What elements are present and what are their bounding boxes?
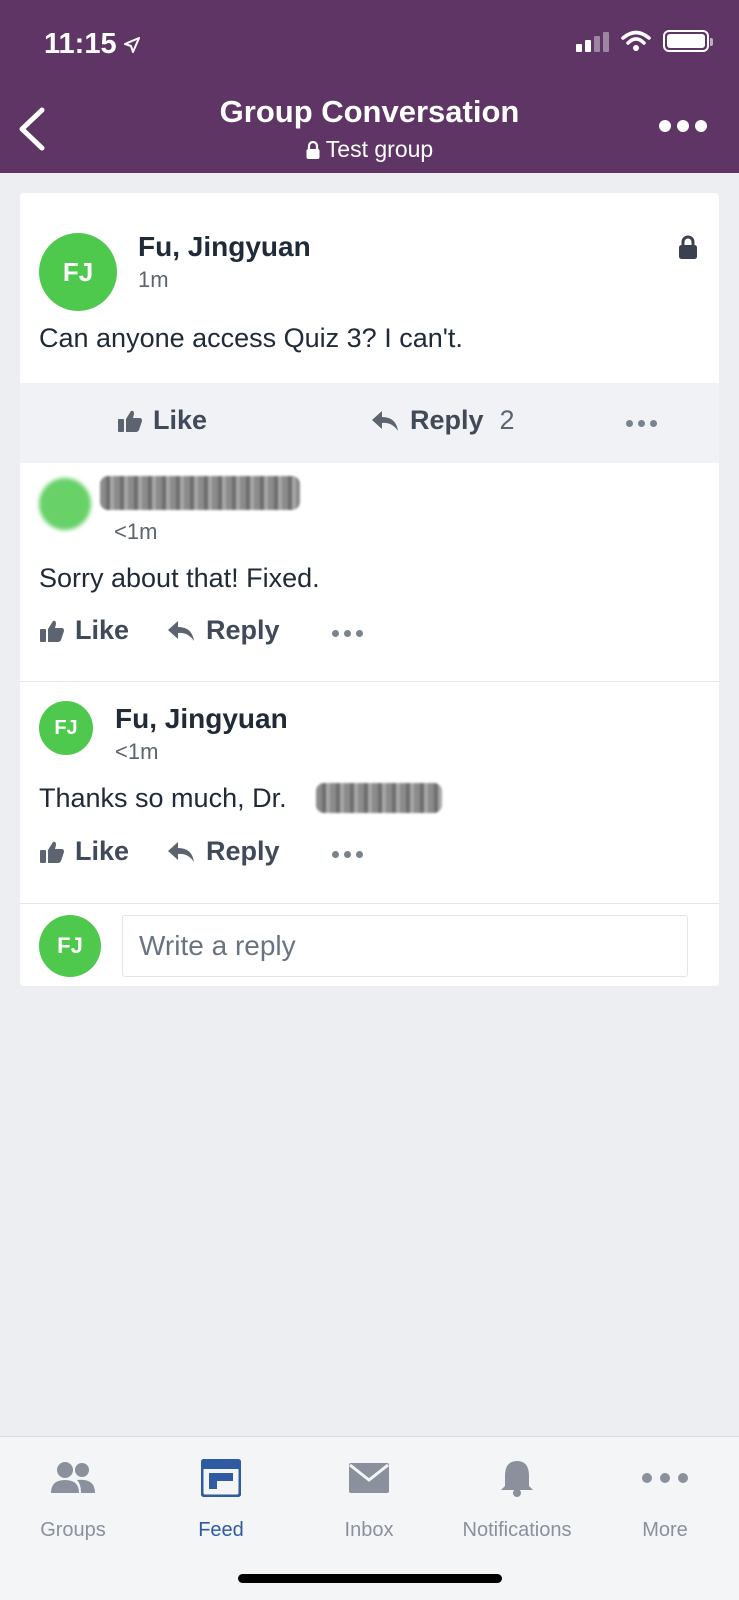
private-lock-icon <box>679 235 697 259</box>
post-action-bar: Like Reply 2 <box>20 383 719 463</box>
reply-author-name[interactable]: Fu, Jingyuan <box>115 703 288 735</box>
thumbs-up-icon <box>40 620 64 642</box>
feed-icon <box>201 1459 241 1497</box>
divider <box>20 681 719 682</box>
reply-reply-button[interactable]: Reply <box>166 836 280 867</box>
header-more-button[interactable] <box>659 120 707 132</box>
app-header: 11:15 Group Conversation Test group <box>0 0 739 173</box>
thumbs-up-icon <box>40 841 64 863</box>
reply-arrow-icon <box>168 841 194 862</box>
nav-label: More <box>642 1519 688 1541</box>
group-subtitle: Test group <box>306 136 433 163</box>
status-indicators <box>576 30 713 52</box>
composer-avatar: FJ <box>39 915 101 977</box>
nav-label: Notifications <box>462 1519 572 1541</box>
cell-signal-icon <box>576 30 609 52</box>
group-name: Test group <box>325 136 434 162</box>
post-more-button[interactable] <box>626 420 657 427</box>
post-reply-button[interactable]: Reply 2 <box>370 405 515 436</box>
reply-arrow-icon <box>168 620 194 641</box>
like-label: Like <box>75 836 130 866</box>
like-label: Like <box>153 405 208 435</box>
divider <box>20 903 719 904</box>
post-avatar[interactable]: FJ <box>39 233 117 311</box>
reply-timestamp: <1m <box>115 739 159 764</box>
inbox-icon <box>349 1463 389 1493</box>
nav-feed[interactable]: Feed <box>146 1455 296 1542</box>
reply-body: Thanks so much, Dr. <box>39 783 287 813</box>
header-titles: Group Conversation Test group <box>0 94 739 164</box>
redacted-name <box>316 783 442 813</box>
nav-groups[interactable]: Groups <box>0 1455 148 1542</box>
reply-timestamp: <1m <box>114 519 158 544</box>
reply-avatar[interactable]: FJ <box>39 701 93 755</box>
more-icon <box>642 1473 688 1483</box>
redacted-author-name <box>100 476 300 510</box>
reply-like-button[interactable]: Like <box>39 836 129 867</box>
reply-body: Sorry about that! Fixed. <box>39 563 320 593</box>
page-title: Group Conversation <box>219 94 520 129</box>
reply-more-button[interactable] <box>332 851 363 858</box>
nav-label: Feed <box>198 1519 244 1541</box>
clock-text: 11:15 <box>44 28 117 60</box>
reply-avatar[interactable] <box>39 478 91 530</box>
nav-label: Inbox <box>344 1519 394 1541</box>
nav-inbox[interactable]: Inbox <box>294 1455 444 1542</box>
reply-reply-button[interactable]: Reply <box>166 615 280 646</box>
reply-label: Reply <box>410 405 484 435</box>
battery-icon <box>663 30 713 52</box>
dot <box>677 120 689 132</box>
post-timestamp: 1m <box>138 267 169 292</box>
conversation-card: FJ Fu, Jingyuan 1m Can anyone access Qui… <box>20 193 719 986</box>
groups-icon <box>51 1462 95 1493</box>
post-like-button[interactable]: Like <box>117 405 207 436</box>
reply-arrow-icon <box>372 410 398 431</box>
like-label: Like <box>75 615 130 645</box>
wifi-icon <box>621 30 651 51</box>
post-body: Can anyone access Quiz 3? I can't. <box>39 323 463 353</box>
nav-notifications[interactable]: Notifications <box>442 1455 592 1542</box>
location-arrow-icon <box>123 36 140 53</box>
nav-more[interactable]: More <box>590 1455 739 1542</box>
reply-count: 2 <box>499 405 515 435</box>
home-indicator[interactable] <box>238 1574 502 1583</box>
lock-icon <box>306 140 320 159</box>
nav-label: Groups <box>40 1519 106 1541</box>
dot <box>695 120 707 132</box>
reply-input[interactable]: Write a reply <box>122 915 688 977</box>
reply-like-button[interactable]: Like <box>39 615 129 646</box>
reply-label: Reply <box>206 836 280 866</box>
dot <box>659 120 671 132</box>
post-author-name[interactable]: Fu, Jingyuan <box>138 231 311 263</box>
thumbs-up-icon <box>118 410 142 432</box>
bell-icon <box>501 1461 533 1497</box>
reply-label: Reply <box>206 615 280 645</box>
status-time: 11:15 <box>44 28 141 61</box>
reply-more-button[interactable] <box>332 630 363 637</box>
